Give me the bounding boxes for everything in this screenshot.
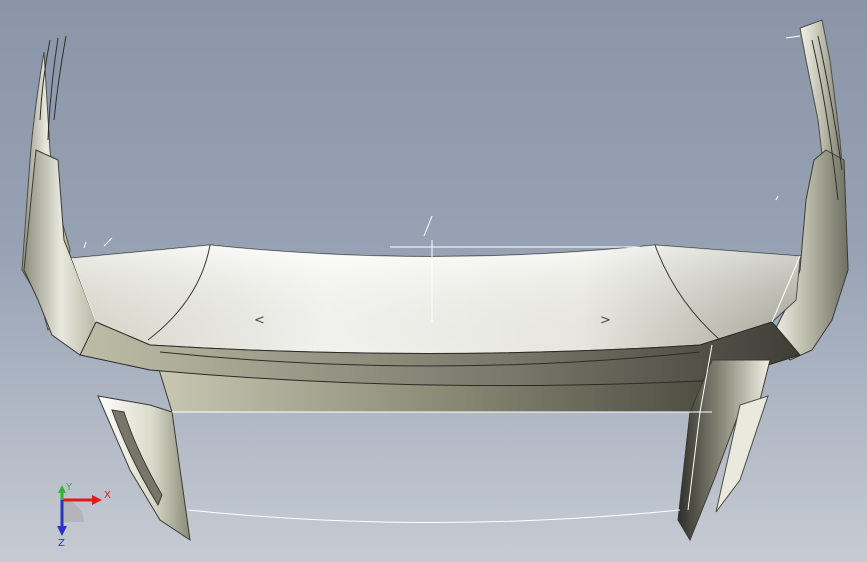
- z-axis-head: [57, 526, 67, 536]
- z-axis-label: Z: [58, 538, 65, 548]
- right-arrow-annotation: >: [600, 313, 611, 328]
- bottom-outline-curve: [187, 509, 681, 523]
- cad-graphics-viewport[interactable]: < > X Y Z: [0, 0, 867, 562]
- y-axis-head: [58, 485, 66, 493]
- triad-plane-shade: [62, 500, 84, 522]
- reference-triad: X Y Z: [57, 482, 111, 548]
- left-arrow-annotation: <: [254, 313, 265, 328]
- sketch-small-marks: [83, 35, 801, 249]
- sketch-tick: [423, 215, 433, 237]
- x-axis-label: X: [104, 490, 111, 501]
- y-axis-label: Y: [65, 482, 73, 493]
- left-side-panel: [23, 149, 99, 356]
- x-axis-head: [92, 495, 102, 505]
- bumper-top-highlight: [72, 245, 800, 354]
- bumper-3d-model[interactable]: < >: [0, 0, 867, 562]
